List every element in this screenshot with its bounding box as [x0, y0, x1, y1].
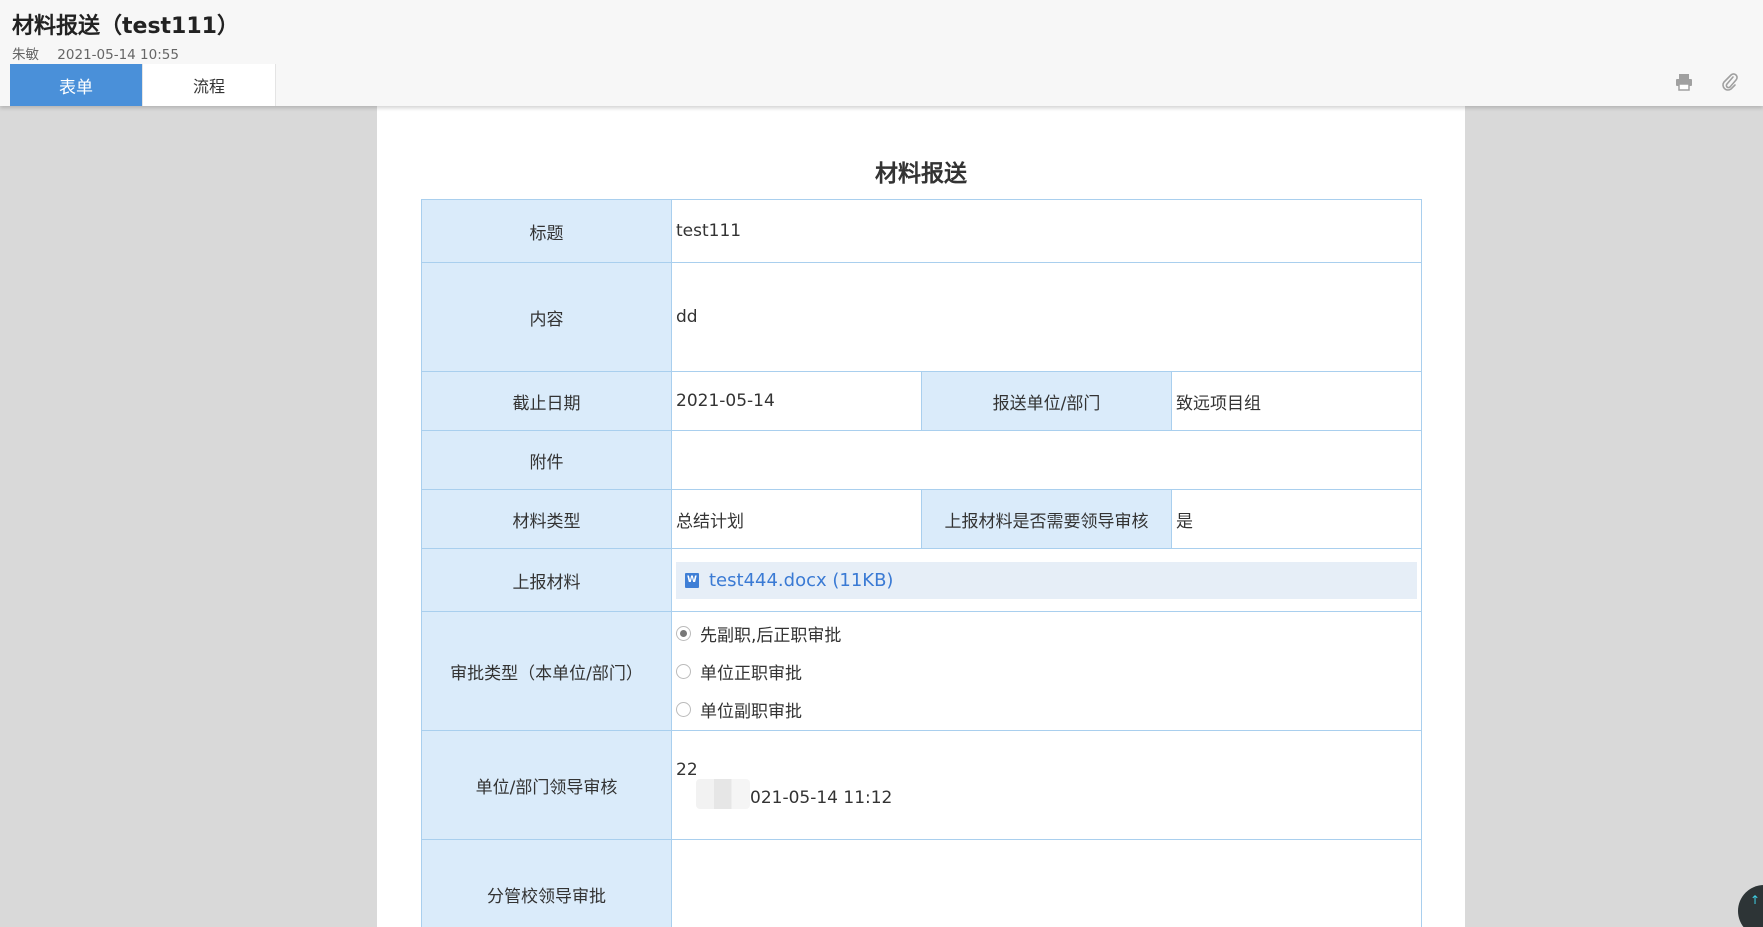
material-type-label: 材料类型: [421, 489, 672, 549]
radio-label: 先副职,后正职审批: [700, 625, 842, 646]
report-material-cell: W test444.docx (11KB): [670, 548, 1423, 612]
approval-type-options: 先副职,后正职审批 单位正职审批 单位副职审批: [670, 611, 1423, 731]
radio-option[interactable]: 单位副职审批: [676, 690, 1421, 728]
deadline-label: 截止日期: [421, 371, 672, 431]
table-row: 内容 dd: [421, 262, 1423, 372]
material-type-value: 总结计划: [671, 489, 922, 549]
radio-checked-icon[interactable]: [676, 625, 691, 641]
table-row: 截止日期 2021-05-14 报送单位/部门 致远项目组: [421, 371, 1423, 431]
blurred-signature: [696, 779, 750, 809]
need-review-value: 是: [1170, 489, 1423, 549]
author-name: 朱敏: [12, 47, 39, 63]
table-row: 单位/部门领导审核 22 021-05-14 11:12: [421, 730, 1423, 840]
dept-label: 报送单位/部门: [921, 371, 1172, 431]
file-link[interactable]: test444.docx (11KB): [709, 570, 893, 591]
approval-type-label: 审批类型（本单位/部门）: [421, 611, 672, 731]
tab-form[interactable]: 表单: [10, 64, 143, 106]
need-review-label: 上报材料是否需要领导审核: [921, 489, 1172, 549]
table-row: 审批类型（本单位/部门） 先副职,后正职审批 单位正职审批 单位副职审批: [421, 611, 1423, 731]
report-material-label: 上报材料: [421, 548, 672, 612]
paperclip-icon[interactable]: [1720, 72, 1740, 92]
review-time: 021-05-14 11:12: [750, 788, 893, 808]
form-table: 标题 test111 内容 dd 截止日期 2021-05-14 报送单位/部门…: [421, 199, 1423, 927]
radio-option[interactable]: 单位正职审批: [676, 652, 1421, 690]
document-meta: 朱敏 2021-05-14 10:55: [12, 43, 179, 63]
branch-leader-label: 分管校领导审批: [421, 839, 672, 927]
form-header: 材料报送（test111） 朱敏 2021-05-14 10:55 表单 流程: [0, 0, 1763, 106]
table-row: 材料类型 总结计划 上报材料是否需要领导审核 是: [421, 489, 1423, 549]
table-row: 附件: [421, 430, 1423, 490]
title-value: test111: [670, 199, 1423, 263]
branch-leader-value: [670, 839, 1423, 927]
radio-option[interactable]: 先副职,后正职审批: [676, 614, 1421, 652]
table-row: 分管校领导审批: [421, 839, 1423, 927]
radio-unchecked-icon[interactable]: [676, 663, 691, 679]
print-icon[interactable]: [1674, 72, 1694, 92]
title-label: 标题: [421, 199, 672, 263]
document-title: 材料报送（test111）: [12, 14, 239, 39]
table-row: 上报材料 W test444.docx (11KB): [421, 548, 1423, 612]
attachment-value: [670, 430, 1423, 490]
leader-review-label: 单位/部门领导审核: [421, 730, 672, 840]
arrow-up-icon: ↑: [1750, 893, 1761, 907]
deadline-value: 2021-05-14: [671, 371, 922, 431]
radio-unchecked-icon[interactable]: [676, 701, 691, 717]
content-label: 内容: [421, 262, 672, 372]
table-row: 标题 test111: [421, 199, 1423, 263]
form-title: 材料报送: [875, 161, 967, 187]
leader-review-cell: 22 021-05-14 11:12: [670, 730, 1423, 840]
attachment-label: 附件: [421, 430, 672, 490]
content-value: dd: [670, 262, 1423, 372]
floating-action-button[interactable]: ↑: [1738, 885, 1763, 927]
file-attachment: W test444.docx (11KB): [676, 561, 1418, 599]
radio-label: 单位正职审批: [700, 663, 802, 684]
view-tabs: 表单 流程: [10, 64, 276, 106]
review-comment: 22: [676, 760, 698, 780]
dept-value: 致远项目组: [1170, 371, 1423, 431]
word-file-icon: W: [685, 572, 699, 588]
form-page: 材料报送 标题 test111 内容 dd 截止日期 2021-05-14 报送…: [377, 106, 1465, 927]
created-datetime: 2021-05-14 10:55: [57, 47, 179, 63]
tab-workflow[interactable]: 流程: [143, 64, 276, 106]
radio-label: 单位副职审批: [700, 701, 802, 722]
review-signature-line: 021-05-14 11:12: [676, 779, 1421, 813]
